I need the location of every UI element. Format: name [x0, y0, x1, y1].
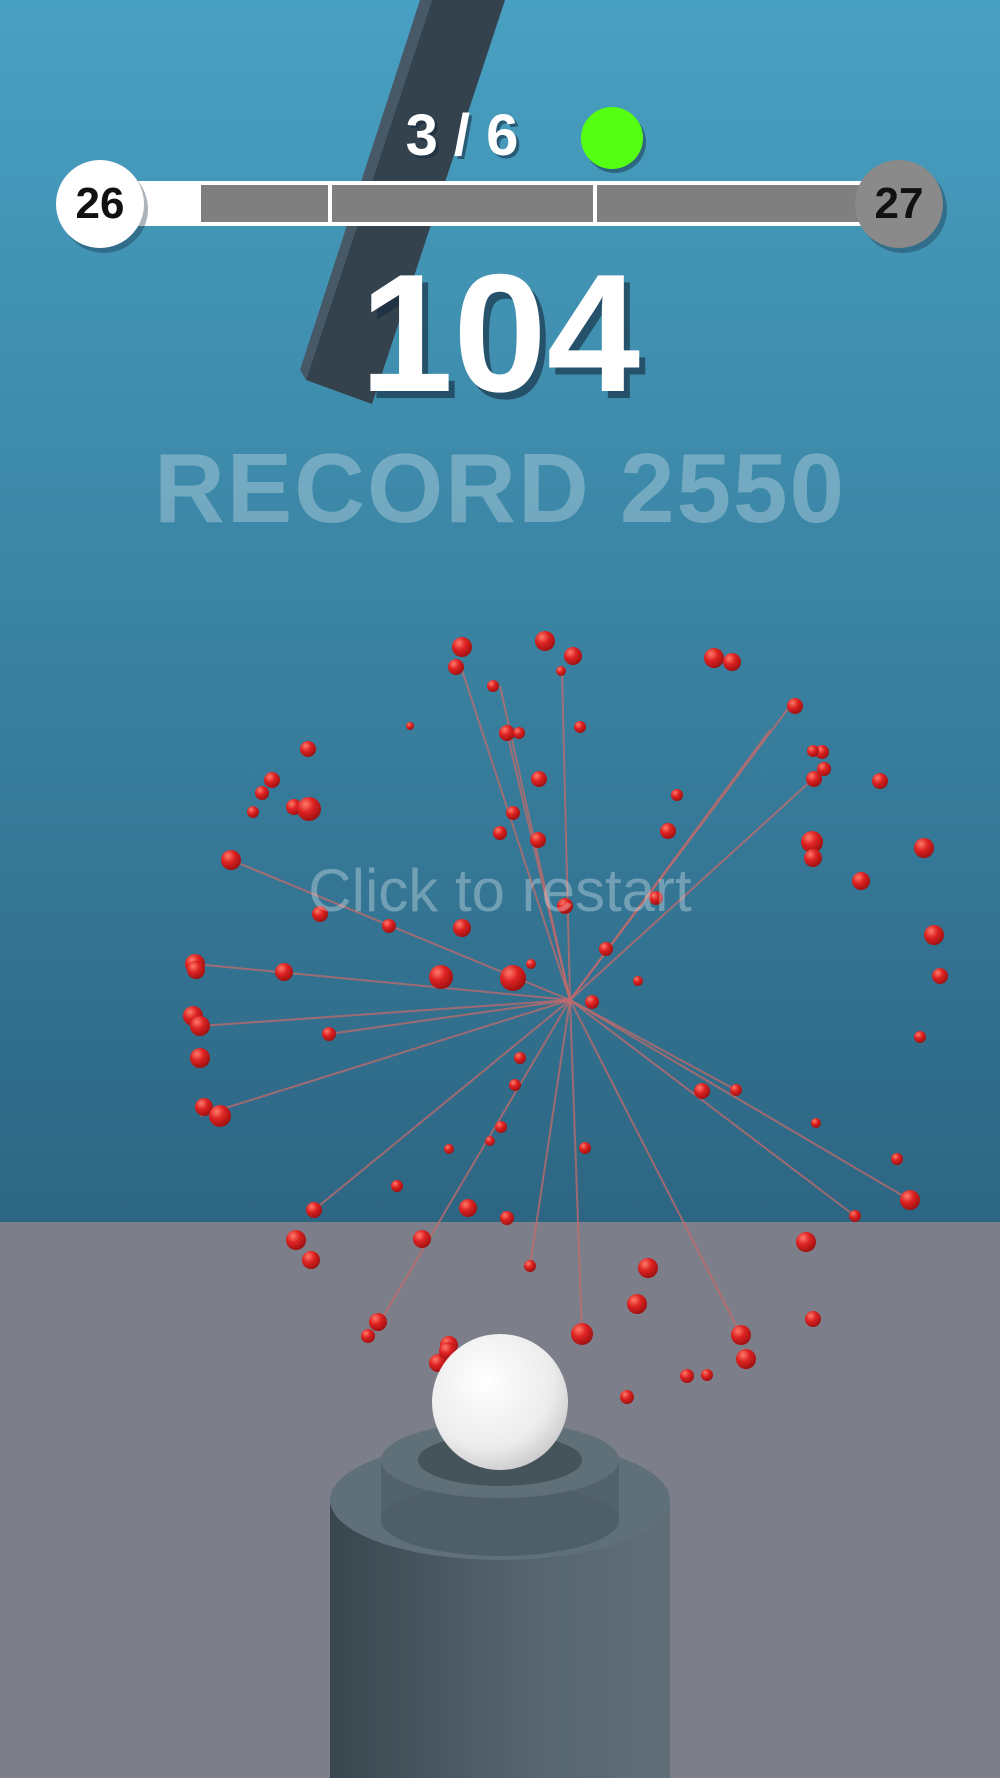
- red-shard: [564, 647, 582, 665]
- red-shard: [731, 1325, 751, 1345]
- red-shard: [413, 1230, 431, 1248]
- red-shard: [849, 1210, 861, 1222]
- red-shard: [900, 1190, 920, 1210]
- red-shard: [924, 925, 944, 945]
- red-shard: [891, 1153, 903, 1165]
- red-shard: [796, 1232, 816, 1252]
- red-shard: [493, 826, 507, 840]
- pillar-icon: [330, 1422, 670, 1778]
- red-shard: [701, 1369, 713, 1381]
- red-shard: [500, 965, 526, 991]
- red-shard: [297, 797, 321, 821]
- red-shard: [807, 745, 819, 757]
- red-shard: [444, 1144, 454, 1154]
- red-shard: [487, 680, 499, 692]
- red-shard: [633, 976, 643, 986]
- red-shard: [914, 838, 934, 858]
- current-level-badge: 26: [56, 160, 144, 248]
- red-shard: [306, 1202, 322, 1218]
- red-shard: [805, 1311, 821, 1327]
- red-shard: [620, 1390, 634, 1404]
- red-shard: [495, 1121, 507, 1133]
- restart-prompt[interactable]: Click to restart: [0, 856, 1000, 925]
- red-shard: [730, 1084, 742, 1096]
- level-progress-bar: [103, 181, 898, 226]
- red-shard: [817, 762, 831, 776]
- red-shard: [574, 721, 586, 733]
- red-shard: [932, 968, 948, 984]
- red-shard: [736, 1349, 756, 1369]
- red-shard: [787, 698, 803, 714]
- white-ball: [432, 1334, 568, 1470]
- red-shard: [694, 1083, 710, 1099]
- red-shard: [499, 725, 515, 741]
- red-shard: [660, 823, 676, 839]
- red-shard: [579, 1142, 591, 1154]
- red-shard: [448, 659, 464, 675]
- red-shard: [531, 771, 547, 787]
- red-shard: [369, 1313, 387, 1331]
- red-shard: [264, 772, 280, 788]
- red-shard: [535, 631, 555, 651]
- progress-divider: [593, 185, 597, 222]
- red-shard: [506, 806, 520, 820]
- red-shard: [509, 1079, 521, 1091]
- red-shard: [530, 832, 546, 848]
- red-shard: [302, 1251, 320, 1269]
- red-shard: [300, 741, 316, 757]
- red-shard: [286, 1230, 306, 1250]
- stage-counter: 3 / 6: [405, 103, 519, 168]
- red-shard: [190, 1016, 210, 1036]
- red-shard: [571, 1323, 593, 1345]
- red-shard: [914, 1031, 926, 1043]
- red-shard: [459, 1199, 477, 1217]
- stage-status-dot: [581, 107, 643, 169]
- record-score: RECORD 2550: [154, 433, 846, 543]
- red-shard: [704, 648, 724, 668]
- red-shard: [556, 666, 566, 676]
- red-shard: [187, 961, 205, 979]
- red-shard: [391, 1180, 403, 1192]
- red-shard: [247, 806, 259, 818]
- red-shard: [627, 1294, 647, 1314]
- red-shard: [361, 1329, 375, 1343]
- red-shard: [209, 1105, 231, 1127]
- red-shard: [638, 1258, 658, 1278]
- red-shard: [680, 1369, 694, 1383]
- red-shard: [406, 722, 414, 730]
- progress-divider: [328, 185, 332, 222]
- red-shard: [452, 637, 472, 657]
- red-shard: [275, 963, 293, 981]
- red-shard: [513, 727, 525, 739]
- red-shard: [671, 789, 683, 801]
- red-shard: [485, 1136, 495, 1146]
- red-shard: [585, 995, 599, 1009]
- red-shard: [190, 1048, 210, 1068]
- score: 104: [359, 239, 641, 427]
- next-level-badge: 27: [855, 160, 943, 248]
- red-shard: [322, 1027, 336, 1041]
- red-shard: [524, 1260, 536, 1272]
- red-shard: [811, 1118, 821, 1128]
- red-shard: [429, 965, 453, 989]
- red-shard: [872, 773, 888, 789]
- red-shard: [500, 1211, 514, 1225]
- red-shard: [514, 1052, 526, 1064]
- red-shard: [526, 959, 536, 969]
- red-shard: [599, 942, 613, 956]
- red-shard: [723, 653, 741, 671]
- red-shard: [255, 786, 269, 800]
